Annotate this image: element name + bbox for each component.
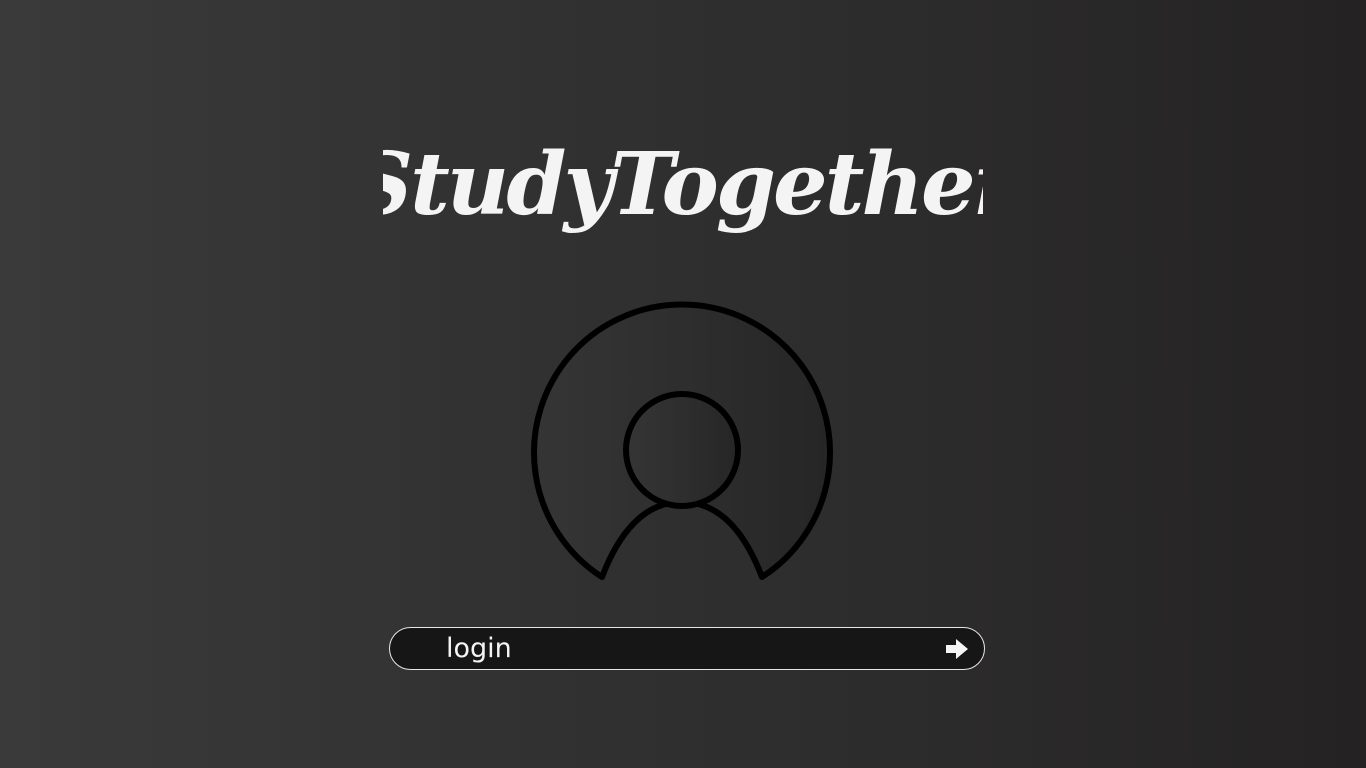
- arrow-right-icon: [946, 639, 968, 659]
- login-field-container: [389, 627, 985, 670]
- login-input[interactable]: [446, 630, 916, 667]
- avatar-head: [623, 391, 741, 509]
- app-logo: StudyTogether: [0, 102, 1366, 262]
- logo-text: StudyTogether: [383, 134, 983, 235]
- login-submit-button[interactable]: [944, 637, 970, 661]
- user-avatar-icon: [526, 294, 840, 588]
